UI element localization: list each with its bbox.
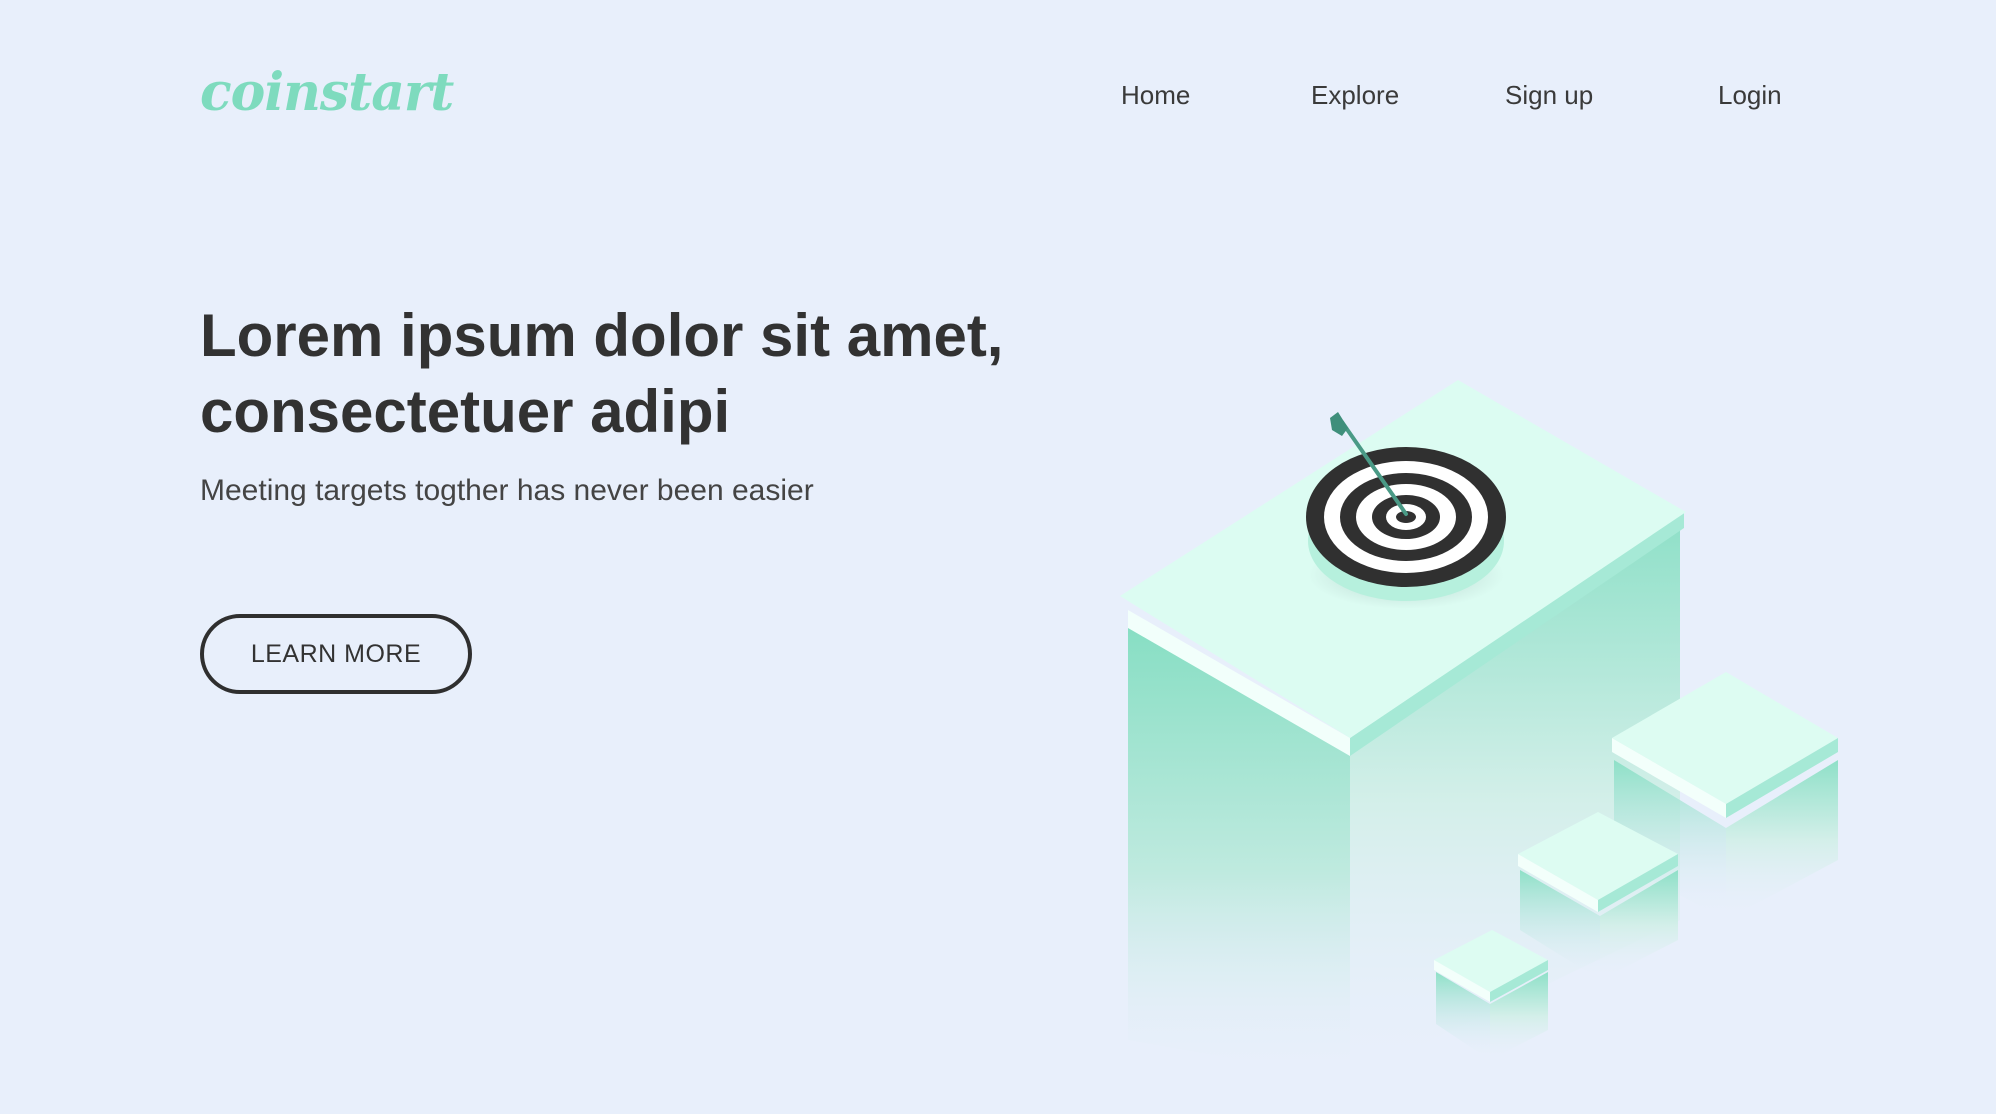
nav-login-link[interactable]: Login <box>1718 80 1782 111</box>
hero-title: Lorem ipsum dolor sit amet, consectetuer… <box>200 302 1004 445</box>
learn-more-button[interactable]: LEARN MORE <box>200 614 472 694</box>
target-blocks-illustration <box>1120 380 1838 1080</box>
hero-subtitle: Meeting targets togther has never been e… <box>200 474 814 507</box>
dartboard-icon <box>1306 447 1506 609</box>
nav-signup-link[interactable]: Sign up <box>1505 80 1593 111</box>
nav-home-link[interactable]: Home <box>1121 80 1190 111</box>
landing-page: coinstart Home Explore Sign up Login Lor… <box>0 0 1996 1114</box>
brand-logo[interactable]: coinstart <box>200 62 454 123</box>
nav-explore-link[interactable]: Explore <box>1311 80 1399 111</box>
